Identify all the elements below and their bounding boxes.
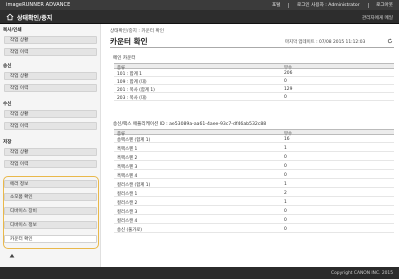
- table-row: 컬러스캔 1 2: [114, 189, 394, 197]
- sidebar-item-send-job-status[interactable]: 작업 상황: [4, 72, 97, 80]
- row-name: 컬러스캔 4: [117, 218, 138, 224]
- sidebar-item-label: 작업 이력: [10, 162, 29, 167]
- table-row: 101 : 합계 1 206: [114, 69, 394, 77]
- table-row: 컬러스캔 3 0: [114, 207, 394, 215]
- footer: Copyright CANON INC. 2015: [0, 267, 399, 279]
- logout-link[interactable]: 로그아웃: [376, 2, 393, 8]
- mail-to-admin-link[interactable]: 관리자에게 메일: [362, 15, 393, 21]
- sidebar-item-store-job-status[interactable]: 작업 상황: [4, 148, 97, 156]
- row-value: 2: [284, 190, 287, 196]
- copyright-text: Copyright CANON INC. 2015: [331, 270, 393, 276]
- row-value: 0: [284, 154, 287, 160]
- sidebar-item-copy-job-log[interactable]: 작업 이력: [4, 48, 97, 56]
- row-value: 0: [284, 208, 287, 214]
- row-name: 흑팩스펜 4: [117, 173, 138, 179]
- top-links: 포털 로그인 사용자 : Administrator 로그아웃: [272, 2, 393, 8]
- divider: [288, 2, 289, 8]
- fax-application-id-label: 송신/팩스 애플리케이션 ID : ae53089a-aa61-4aee-93c…: [113, 122, 267, 127]
- table-row: 203 : 복사 (대) 0: [114, 93, 394, 101]
- row-value: 0: [284, 172, 287, 178]
- row-name: 201 : 복사 (합계 1): [117, 87, 155, 93]
- table-row: 흑팩스펜 3 0: [114, 162, 394, 170]
- row-value: 0: [284, 94, 287, 100]
- breadcrumb: 상태확인/중지 : 카운터 확인: [110, 29, 164, 34]
- row-name: 송신 (풀가로): [117, 227, 143, 233]
- row-name: 흑팩스펜 1: [117, 146, 138, 152]
- sidebar-item-label: 작업 이력: [10, 50, 29, 55]
- table-row: 컬러스캔 2 1: [114, 198, 394, 206]
- brand-logo: imageRUNNER ADVANCE: [6, 2, 71, 9]
- sidebar-item-label: 작업 상황: [10, 38, 29, 43]
- title-bar: 상태확인/중지 관리자에게 메일: [0, 10, 399, 24]
- row-name: 109 : 합계 (대): [117, 79, 147, 85]
- row-name: 컬러스캔 2: [117, 200, 138, 206]
- row-value: 16: [284, 136, 290, 142]
- sidebar-section-receive: 수신: [3, 102, 12, 107]
- main-counter-label: 메인 카운터: [113, 56, 136, 61]
- row-name: 송팩스펜 (합계 1): [117, 137, 151, 143]
- sidebar-item-receive-job-status[interactable]: 작업 상황: [4, 110, 97, 118]
- row-name: 흑팩스펜 2: [117, 155, 138, 161]
- row-value: 1: [284, 181, 287, 187]
- divider: [367, 2, 369, 8]
- table-row: 흑팩스펜 1 1: [114, 144, 394, 152]
- row-value: 1: [284, 199, 287, 205]
- sidebar-item-receive-job-log[interactable]: 작업 이력: [4, 122, 97, 130]
- highlight-frame: [3, 176, 99, 249]
- sidebar-item-label: 작업 상황: [10, 112, 29, 117]
- sidebar-item-label: 작업 상황: [10, 150, 29, 155]
- portal-link[interactable]: 포털: [272, 2, 280, 8]
- page-title: 카운터 확인: [110, 37, 148, 46]
- sidebar-item-store-job-log[interactable]: 작업 이력: [4, 160, 97, 168]
- row-value: 0: [284, 226, 287, 232]
- table-row: 흑팩스펜 2 0: [114, 153, 394, 161]
- table-row: 컬러스캔 4 0: [114, 216, 394, 224]
- table-row: 흑팩스펜 4 0: [114, 171, 394, 179]
- row-value: 1: [284, 145, 287, 151]
- refresh-icon[interactable]: [387, 38, 393, 44]
- table-row: 109 : 합계 (대) 0: [114, 77, 394, 85]
- table-row: 송팩스펜 (합계 1) 16: [114, 135, 394, 143]
- table-row: 컬러스캔 (합계 1) 1: [114, 180, 394, 188]
- table-row: 송신 (풀가로) 0: [114, 225, 394, 233]
- sidebar-item-label: 작업 이력: [10, 86, 29, 91]
- sidebar-section-copy-print: 복사/인쇄: [3, 28, 22, 33]
- main-content: 상태확인/중지 : 카운터 확인 카운터 확인 마지막 업데이트 : 07/08…: [101, 24, 399, 267]
- sidebar-section-store: 저장: [3, 140, 12, 145]
- row-name: 203 : 복사 (대): [117, 95, 147, 101]
- sidebar-item-label: 작업 이력: [10, 124, 29, 129]
- scroll-to-top-icon[interactable]: [9, 253, 15, 259]
- row-value: 129: [284, 86, 293, 92]
- row-value: 0: [284, 163, 287, 169]
- row-name: 101 : 합계 1: [117, 71, 142, 77]
- divider: [110, 47, 394, 48]
- sidebar-item-copy-job-status[interactable]: 작업 상황: [4, 36, 97, 44]
- row-name: 흑팩스펜 3: [117, 164, 138, 170]
- row-value: 206: [284, 70, 293, 76]
- last-updated-text: 마지막 업데이트 : 07/08 2015 11:12:03: [285, 40, 366, 45]
- sidebar-item-label: 작업 상황: [10, 74, 29, 79]
- row-name: 컬러스캔 3: [117, 209, 138, 215]
- sidebar: 복사/인쇄 작업 상황 작업 이력 송신 작업 상황 작업 이력 수신 작업 상…: [0, 24, 101, 267]
- top-bar: imageRUNNER ADVANCE 포털 로그인 사용자 : Adminis…: [0, 0, 399, 10]
- row-value: 0: [284, 217, 287, 223]
- row-name: 컬러스캔 1: [117, 191, 138, 197]
- sidebar-section-send: 송신: [3, 64, 12, 69]
- home-icon[interactable]: [6, 13, 14, 21]
- page-section-title: 상태확인/중지: [17, 15, 53, 23]
- login-user-label: 로그인 사용자 : Administrator: [296, 3, 360, 9]
- row-name: 컬러스캔 (합계 1): [117, 182, 151, 188]
- table-row: 201 : 복사 (합계 1) 129: [114, 85, 394, 93]
- row-value: 0: [284, 78, 287, 84]
- sidebar-item-send-job-log[interactable]: 작업 이력: [4, 84, 97, 92]
